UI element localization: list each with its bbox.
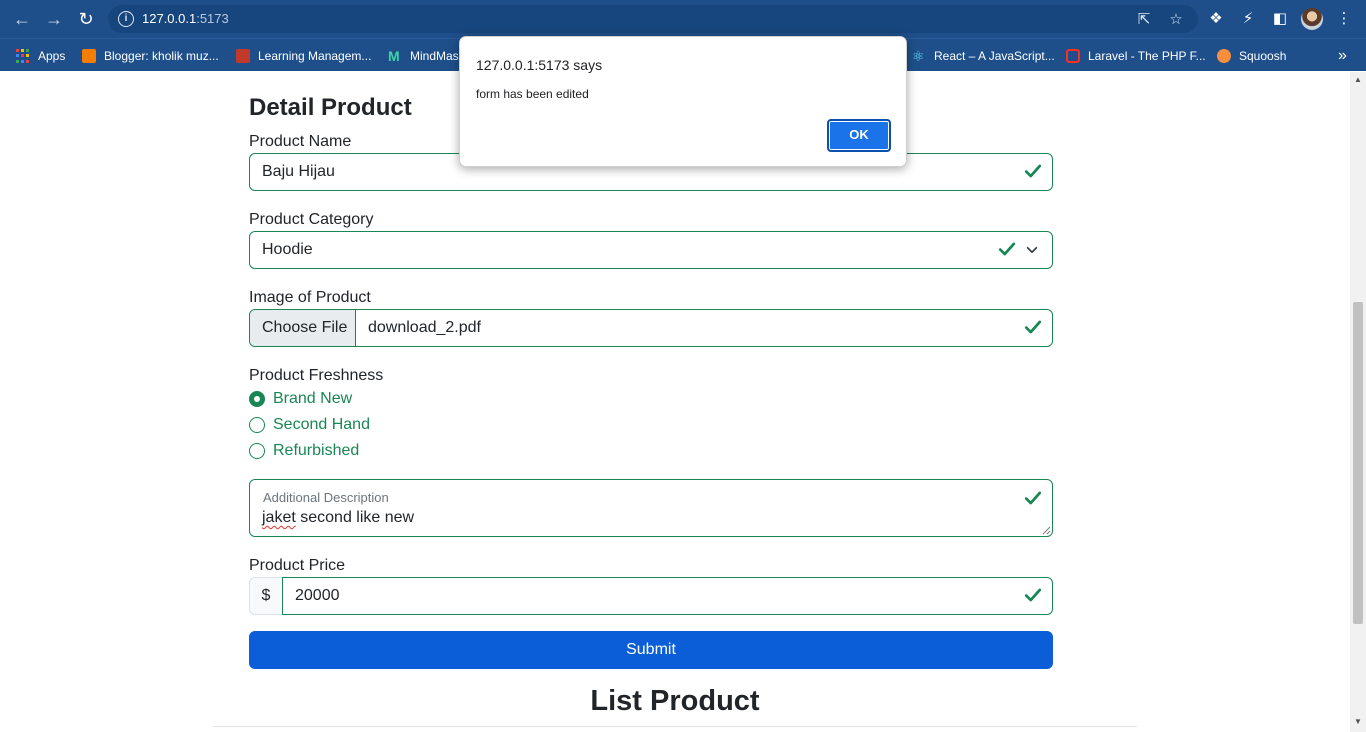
- bookmark-apps[interactable]: Apps: [16, 47, 65, 65]
- submit-button[interactable]: Submit: [249, 631, 1053, 669]
- additional-description-value: jaket second like new: [262, 509, 414, 527]
- squoosh-icon: [1217, 49, 1231, 63]
- valid-check-icon: [1024, 491, 1042, 505]
- page-scrollbar[interactable]: ▲ ▼: [1350, 72, 1366, 732]
- menu-kebab-icon[interactable]: ⋮: [1335, 10, 1353, 28]
- bookmark-label: Squoosh: [1239, 49, 1287, 63]
- blogger-icon: [82, 49, 96, 63]
- image-file-input[interactable]: Choose File download_2.pdf: [249, 309, 1053, 347]
- product-table: [213, 726, 1137, 732]
- radio-button-checked[interactable]: [249, 391, 265, 407]
- product-price-input[interactable]: 20000: [282, 577, 1053, 615]
- react-icon: ⚛: [912, 48, 925, 64]
- radio-label: Second Hand: [273, 416, 370, 433]
- radio-label: Brand New: [273, 390, 353, 407]
- bookmark-laravel[interactable]: Laravel - The PHP F...: [1066, 47, 1206, 65]
- forward-icon[interactable]: →: [44, 9, 64, 29]
- bookmark-label: Laravel - The PHP F...: [1088, 49, 1206, 63]
- bookmark-label: React – A JavaScript...: [934, 49, 1055, 63]
- site-info-icon[interactable]: i: [118, 11, 134, 27]
- url-text: 127.0.0.1:5173: [142, 11, 229, 26]
- valid-check-icon: [998, 242, 1016, 256]
- profile-avatar[interactable]: [1301, 8, 1323, 30]
- extensions-icon[interactable]: ❖: [1207, 10, 1225, 28]
- dialog-title: 127.0.0.1:5173 says: [476, 57, 603, 73]
- back-icon[interactable]: ←: [12, 9, 32, 29]
- additional-description-label: Additional Description: [263, 490, 389, 505]
- valid-check-icon: [1024, 588, 1042, 602]
- product-freshness-label: Product Freshness: [249, 367, 384, 384]
- product-name-value: Baju Hijau: [262, 163, 335, 180]
- product-name-label: Product Name: [249, 133, 352, 150]
- mindmaster-icon: M: [388, 48, 400, 64]
- scroll-thumb[interactable]: [1353, 302, 1363, 624]
- alert-dialog: 127.0.0.1:5173 says form has been edited…: [459, 36, 907, 167]
- bookmark-label: Apps: [38, 49, 66, 63]
- more-bookmarks-icon[interactable]: »: [1338, 47, 1347, 65]
- detail-product-heading: Detail Product: [249, 94, 412, 121]
- radio-button[interactable]: [249, 443, 265, 459]
- scroll-down-icon[interactable]: ▼: [1354, 717, 1362, 726]
- file-name: download_2.pdf: [368, 319, 481, 336]
- additional-description-textarea[interactable]: Additional Description jaket second like…: [249, 479, 1053, 537]
- bookmark-react[interactable]: ⚛ React – A JavaScript...: [912, 47, 1055, 65]
- lms-icon: [236, 49, 250, 63]
- ok-button[interactable]: OK: [827, 119, 891, 152]
- chevron-down-icon: [1026, 246, 1038, 254]
- bookmark-blogger[interactable]: Blogger: kholik muz...: [82, 47, 219, 65]
- scroll-up-icon[interactable]: ▲: [1354, 75, 1362, 84]
- bookmark-lms[interactable]: Learning Managem...: [236, 47, 371, 65]
- radio-refurbished[interactable]: Refurbished: [249, 441, 359, 461]
- product-category-label: Product Category: [249, 211, 374, 228]
- bookmark-label: MindMas: [410, 49, 459, 63]
- choose-file-button[interactable]: Choose File: [250, 310, 356, 346]
- product-price-label: Product Price: [249, 557, 346, 574]
- list-product-heading: List Product: [590, 685, 760, 717]
- description-rest: second like new: [295, 509, 415, 526]
- bookmark-label: Blogger: kholik muz...: [104, 49, 219, 63]
- address-bar[interactable]: i 127.0.0.1:5173 ⇱ ☆: [108, 5, 1198, 33]
- radio-label: Refurbished: [273, 442, 360, 459]
- radio-button[interactable]: [249, 417, 265, 433]
- page-content: Detail Product Product Name Baju Hijau P…: [0, 72, 1350, 732]
- performance-icon[interactable]: ⚡: [1239, 10, 1257, 28]
- valid-check-icon: [1024, 320, 1042, 334]
- laravel-icon: [1066, 49, 1080, 63]
- product-price-group: $ 20000: [249, 577, 1053, 615]
- bookmark-mindmaster[interactable]: M MindMas: [388, 47, 459, 65]
- product-category-value: Hoodie: [262, 241, 313, 258]
- bookmark-squoosh[interactable]: Squoosh: [1217, 47, 1286, 65]
- resize-handle-icon[interactable]: [1042, 526, 1051, 535]
- currency-prefix: $: [249, 577, 283, 615]
- browser-toolbar: ← → ↻ i 127.0.0.1:5173 ⇱ ☆ ❖ ⚡ ◧ ⋮: [0, 0, 1366, 38]
- product-category-select[interactable]: Hoodie: [249, 231, 1053, 269]
- radio-second-hand[interactable]: Second Hand: [249, 415, 370, 435]
- reload-icon[interactable]: ↻: [76, 9, 96, 29]
- bookmark-star-icon[interactable]: ☆: [1168, 12, 1184, 28]
- spellcheck-word: jaket: [262, 509, 296, 526]
- valid-check-icon: [1024, 164, 1042, 178]
- side-panel-icon[interactable]: ◧: [1271, 10, 1289, 28]
- apps-grid-icon: [16, 49, 30, 63]
- image-of-product-label: Image of Product: [249, 289, 371, 306]
- product-price-value: 20000: [295, 587, 340, 604]
- share-icon[interactable]: ⇱: [1136, 12, 1152, 28]
- radio-brand-new[interactable]: Brand New: [249, 389, 352, 409]
- dialog-message: form has been edited: [476, 87, 589, 101]
- bookmark-label: Learning Managem...: [258, 49, 372, 63]
